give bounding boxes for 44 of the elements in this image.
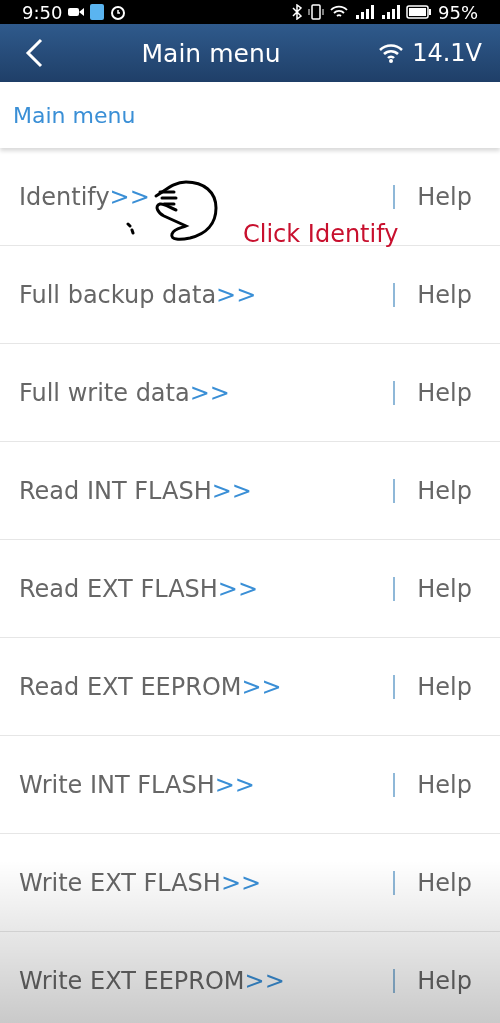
signal-icon — [380, 4, 400, 20]
help-link[interactable]: Help — [417, 182, 472, 211]
menu-item-link[interactable]: Read INT FLASH — [19, 476, 212, 505]
menu-item-link[interactable]: Full backup data — [19, 280, 217, 309]
more-link[interactable]: >> — [241, 672, 282, 701]
help-link[interactable]: Help — [417, 476, 472, 505]
menu-item-link[interactable]: Write EXT EEPROM — [19, 966, 245, 995]
more-link[interactable]: >> — [109, 182, 150, 211]
more-link[interactable]: >> — [217, 574, 259, 603]
help-link[interactable]: Help — [417, 378, 472, 407]
status-time: 9:50 — [22, 1, 63, 23]
more-link[interactable]: >> — [214, 770, 255, 799]
more-link[interactable]: >> — [216, 280, 257, 309]
help-link[interactable]: Help — [417, 966, 472, 995]
wifi-icon — [330, 4, 348, 20]
more-link[interactable]: >> — [244, 966, 285, 995]
menu-item-link[interactable]: Read EXT EEPROM — [19, 672, 242, 701]
signal-icon — [354, 4, 374, 20]
help-link[interactable]: Help — [417, 280, 472, 309]
help-link[interactable]: Help — [417, 868, 472, 897]
breadcrumb-link[interactable]: Main menu — [13, 102, 136, 128]
voltage-reading: 14.1V — [412, 39, 482, 67]
camera-icon — [68, 6, 85, 18]
bluetooth-icon — [292, 4, 302, 20]
battery-percent: 95% — [438, 1, 478, 23]
more-link[interactable]: >> — [220, 868, 262, 897]
battery-icon — [406, 5, 432, 19]
help-link[interactable]: Help — [417, 770, 472, 799]
menu-item-link[interactable]: Write INT FLASH — [19, 770, 215, 799]
help-link[interactable]: Help — [417, 574, 472, 603]
help-link[interactable]: Help — [417, 672, 472, 701]
more-link[interactable]: >> — [189, 378, 230, 407]
more-link[interactable]: >> — [211, 476, 252, 505]
back-button[interactable] — [24, 38, 44, 68]
menu-item-link[interactable]: Identify — [19, 182, 110, 211]
app-icon — [90, 4, 105, 20]
wifi-icon — [378, 43, 405, 63]
menu-item-link[interactable]: Write EXT FLASH — [19, 868, 221, 897]
annotation-text: Click Identify — [243, 220, 399, 248]
menu-item-link[interactable]: Full write data — [19, 378, 190, 407]
menu-item-link[interactable]: Read EXT FLASH — [19, 574, 218, 603]
page-title: Main menu — [140, 38, 282, 68]
alarm-icon — [110, 4, 127, 20]
vibrate-icon — [308, 4, 324, 20]
